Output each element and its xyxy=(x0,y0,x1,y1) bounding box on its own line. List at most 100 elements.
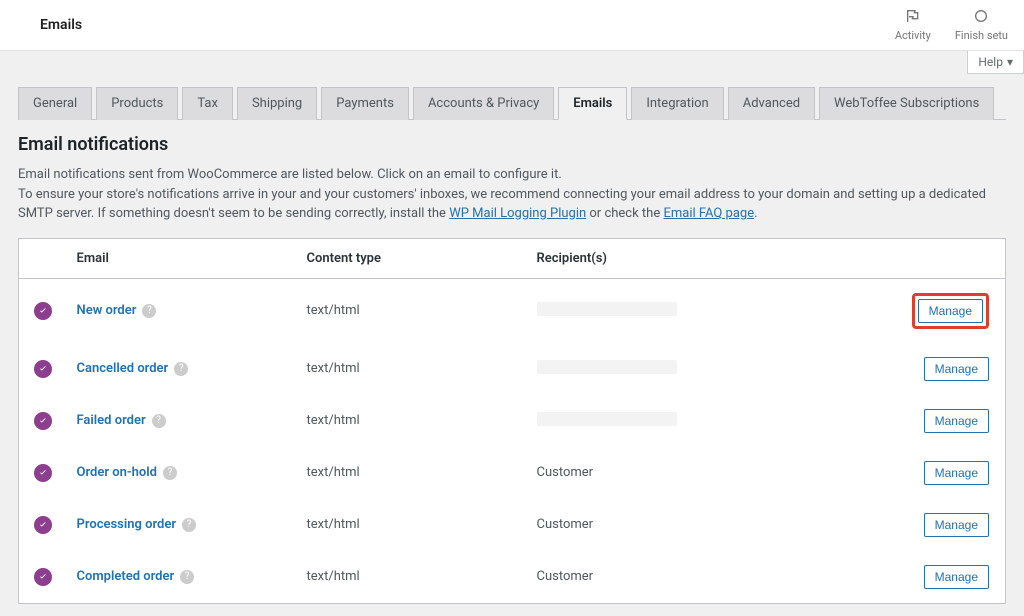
activity-button[interactable]: Activity xyxy=(895,8,931,42)
help-tooltip-icon[interactable]: ? xyxy=(174,362,188,376)
help-button[interactable]: Help ▾ xyxy=(967,51,1024,74)
actions-cell: Manage xyxy=(902,343,1006,395)
page-title: Emails xyxy=(40,17,82,33)
help-tooltip-icon[interactable]: ? xyxy=(142,304,156,318)
activity-label: Activity xyxy=(895,29,931,42)
chevron-down-icon: ▾ xyxy=(1007,55,1013,69)
redacted-recipient xyxy=(537,412,677,426)
desc-line2c: . xyxy=(754,206,757,221)
help-tooltip-icon[interactable]: ? xyxy=(152,414,166,428)
recipient-cell: Customer xyxy=(527,447,902,499)
actions-cell: Manage xyxy=(902,395,1006,447)
status-enabled-icon xyxy=(34,464,52,482)
actions-cell: Manage xyxy=(902,499,1006,551)
email-name-link[interactable]: New order xyxy=(77,303,137,318)
content-type-cell: text/html xyxy=(297,447,527,499)
content-type-cell: text/html xyxy=(297,395,527,447)
tab-shipping[interactable]: Shipping xyxy=(237,87,317,120)
circle-icon xyxy=(973,8,989,27)
table-row: Order on-hold?text/htmlCustomerManage xyxy=(19,447,1006,499)
actions-cell: Manage xyxy=(902,551,1006,604)
desc-line2b: or check the xyxy=(586,206,663,221)
status-enabled-icon xyxy=(34,302,52,320)
email-name-cell: Failed order? xyxy=(67,395,297,447)
section-title: Email notifications xyxy=(18,134,1006,155)
table-row: Failed order?text/htmlManage xyxy=(19,395,1006,447)
content-type-cell: text/html xyxy=(297,343,527,395)
manage-button[interactable]: Manage xyxy=(924,565,989,589)
help-tooltip-icon[interactable]: ? xyxy=(182,518,196,532)
email-name-link[interactable]: Cancelled order xyxy=(77,361,169,376)
email-name-cell: Processing order? xyxy=(67,499,297,551)
topbar-actions: Activity Finish setu xyxy=(895,8,1008,42)
email-table: Email Content type Recipient(s) New orde… xyxy=(18,238,1006,604)
status-enabled-icon xyxy=(34,412,52,430)
email-name-cell: Completed order? xyxy=(67,551,297,604)
top-bar: Emails Activity Finish setu xyxy=(0,0,1024,51)
manage-button[interactable]: Manage xyxy=(924,461,989,485)
manage-button[interactable]: Manage xyxy=(924,513,989,537)
table-row: Completed order?text/htmlCustomerManage xyxy=(19,551,1006,604)
help-tooltip-icon[interactable]: ? xyxy=(163,466,177,480)
email-name-link[interactable]: Failed order xyxy=(77,413,146,428)
manage-button[interactable]: Manage xyxy=(918,299,983,323)
content-type-cell: text/html xyxy=(297,499,527,551)
flag-icon xyxy=(905,8,921,27)
status-enabled-icon xyxy=(34,360,52,378)
email-name-cell: Cancelled order? xyxy=(67,343,297,395)
tab-general[interactable]: General xyxy=(18,87,92,120)
redacted-recipient xyxy=(537,302,677,316)
tab-emails[interactable]: Emails xyxy=(558,87,627,120)
email-tbody: New order?text/htmlManageCancelled order… xyxy=(19,278,1006,603)
recipient-cell: Customer xyxy=(527,499,902,551)
help-tooltip-icon[interactable]: ? xyxy=(180,570,194,584)
status-enabled-icon xyxy=(34,568,52,586)
tab-advanced[interactable]: Advanced xyxy=(728,87,815,120)
tab-products[interactable]: Products xyxy=(96,87,178,120)
content-type-cell: text/html xyxy=(297,278,527,343)
tab-webtoffee-subscriptions[interactable]: WebToffee Subscriptions xyxy=(819,87,994,120)
content-type-cell: text/html xyxy=(297,551,527,604)
email-name-link[interactable]: Processing order xyxy=(77,517,177,532)
recipient-cell: Customer xyxy=(527,551,902,604)
manage-highlight: Manage xyxy=(912,293,989,329)
email-faq-link[interactable]: Email FAQ page xyxy=(663,206,754,221)
redacted-recipient xyxy=(537,360,677,374)
status-cell xyxy=(19,499,67,551)
recipient-cell xyxy=(527,343,902,395)
section-description: Email notifications sent from WooCommerc… xyxy=(18,165,1006,224)
wp-mail-logging-link[interactable]: WP Mail Logging Plugin xyxy=(449,206,586,221)
settings-tabs: GeneralProductsTaxShippingPaymentsAccoun… xyxy=(18,86,1006,120)
tab-payments[interactable]: Payments xyxy=(321,87,409,120)
status-cell xyxy=(19,447,67,499)
manage-button[interactable]: Manage xyxy=(924,357,989,381)
desc-line1: Email notifications sent from WooCommerc… xyxy=(18,167,562,182)
manage-button[interactable]: Manage xyxy=(924,409,989,433)
status-cell xyxy=(19,278,67,343)
col-actions-header xyxy=(902,238,1006,278)
email-name-cell: Order on-hold? xyxy=(67,447,297,499)
actions-cell: Manage xyxy=(902,447,1006,499)
table-row: New order?text/htmlManage xyxy=(19,278,1006,343)
recipient-cell xyxy=(527,278,902,343)
help-label: Help xyxy=(978,55,1003,69)
col-recipient-header: Recipient(s) xyxy=(527,238,902,278)
recipient-cell xyxy=(527,395,902,447)
tab-integration[interactable]: Integration xyxy=(631,87,723,120)
help-row: Help ▾ xyxy=(0,51,1024,74)
email-name-link[interactable]: Order on-hold xyxy=(77,465,157,480)
email-name-link[interactable]: Completed order xyxy=(77,569,175,584)
col-content-header: Content type xyxy=(297,238,527,278)
actions-cell: Manage xyxy=(902,278,1006,343)
tab-accounts-privacy[interactable]: Accounts & Privacy xyxy=(413,87,554,120)
finish-setup-button[interactable]: Finish setu xyxy=(955,8,1008,42)
main-content: GeneralProductsTaxShippingPaymentsAccoun… xyxy=(0,74,1024,616)
finish-label: Finish setu xyxy=(955,29,1008,42)
status-enabled-icon xyxy=(34,516,52,534)
tab-tax[interactable]: Tax xyxy=(182,87,233,120)
col-status-header xyxy=(19,238,67,278)
email-name-cell: New order? xyxy=(67,278,297,343)
status-cell xyxy=(19,551,67,604)
table-row: Cancelled order?text/htmlManage xyxy=(19,343,1006,395)
status-cell xyxy=(19,395,67,447)
